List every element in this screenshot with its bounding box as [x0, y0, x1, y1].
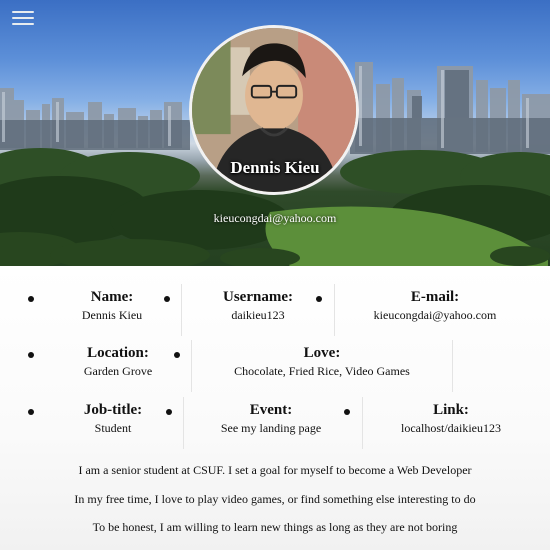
username-value: daikieu123 [231, 308, 285, 322]
cell-divider [334, 284, 335, 336]
bullet-icon [28, 409, 34, 415]
about-line: In my free time, I love to play video ga… [74, 492, 476, 506]
link-field: Link: localhost/daikieu123 [368, 401, 534, 449]
profile-email: kieucongdai@yahoo.com [213, 211, 337, 225]
event-field: Event: See my landing page [188, 401, 354, 449]
bullet-icon [28, 352, 34, 358]
bullet-icon [174, 352, 180, 358]
bullet-icon [316, 296, 322, 302]
cell-divider [183, 397, 184, 449]
profile-name: Dennis Kieu [230, 158, 320, 177]
username-field: Username: daikieu123 [190, 288, 326, 336]
name-value: Dennis Kieu [81, 308, 143, 322]
username-label: Username: [223, 289, 293, 305]
love-value: Chocolate, Fried Rice, Video Games [234, 364, 410, 378]
name-label: Name: [90, 289, 134, 305]
link-label: Link: [433, 402, 469, 418]
email-label: E-mail: [410, 289, 460, 305]
event-link[interactable]: See my landing page [188, 419, 354, 437]
location-value: Garden Grove [83, 364, 153, 378]
bullet-icon [166, 409, 172, 415]
profile-info-section: Name: Dennis Kieu Username: daikieu123 E… [0, 266, 550, 550]
bullet-icon [344, 409, 350, 415]
cell-divider [181, 284, 182, 336]
location-label: Location: [87, 345, 149, 361]
event-label: Event: [249, 402, 293, 418]
info-row: Location: Garden Grove Love: Chocolate, … [0, 340, 550, 396]
about-line: To be honest, I am willing to learn new … [92, 520, 458, 534]
love-label: Love: [303, 345, 341, 361]
bullet-icon [164, 296, 170, 302]
profile-link[interactable]: localhost/daikieu123 [368, 419, 534, 437]
love-field: Love: Chocolate, Fried Rice, Video Games [196, 344, 448, 392]
info-row: Name: Dennis Kieu Username: daikieu123 E… [0, 284, 550, 340]
cell-divider [191, 340, 192, 392]
jobtitle-field: Job-title: Student [52, 401, 174, 449]
info-row: Job-title: Student Event: See my landing… [0, 397, 550, 453]
bullet-icon [28, 296, 34, 302]
email-field: E-mail: kieucongdai@yahoo.com [340, 288, 530, 336]
location-field: Location: Garden Grove [52, 344, 184, 392]
cell-divider [452, 340, 453, 392]
jobtitle-label: Job-title: [83, 402, 143, 418]
name-field: Name: Dennis Kieu [52, 288, 172, 336]
profile-header: Dennis Kieu kieucongdai@yahoo.com [0, 0, 550, 266]
cell-divider [362, 397, 363, 449]
about-line: I am a senior student at CSUF. I set a g… [78, 463, 472, 477]
hamburger-menu-icon[interactable] [12, 10, 34, 26]
email-value: kieucongdai@yahoo.com [373, 308, 497, 322]
jobtitle-value: Student [94, 421, 132, 435]
